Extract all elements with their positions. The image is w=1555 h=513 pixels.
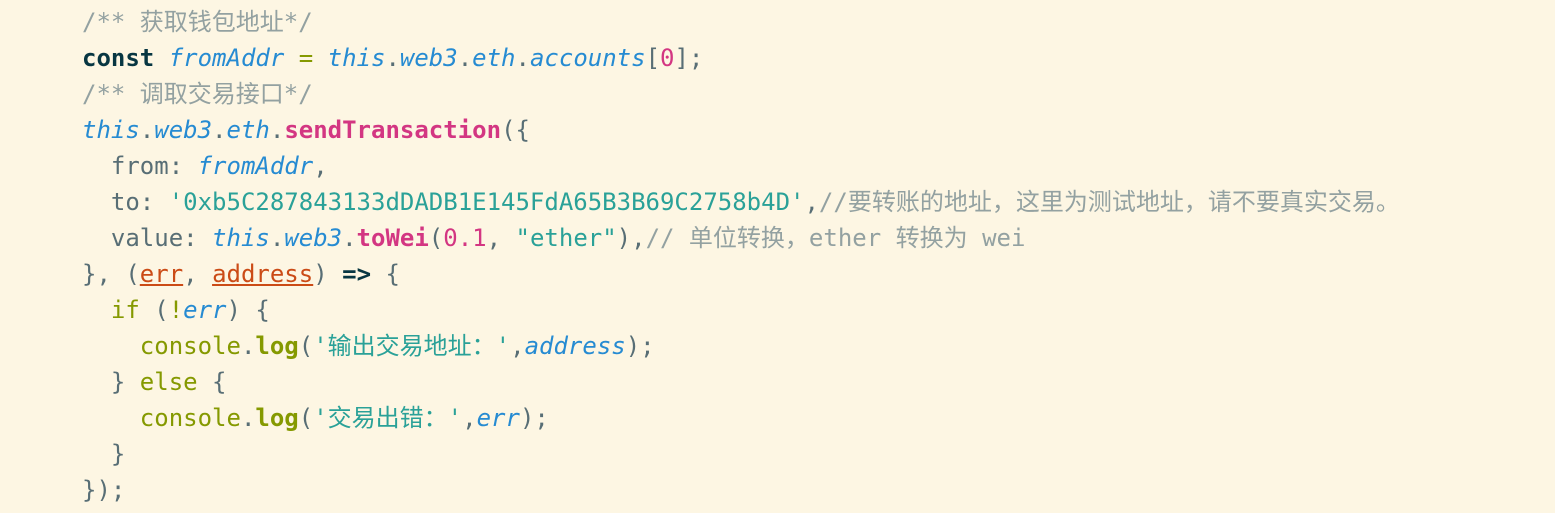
code-token-str: '0xb5C287843133dDADB1E145FdA65B3B69C2758… xyxy=(168,188,805,216)
code-token-punct: ( xyxy=(139,296,169,324)
code-line: }, (err, address) => { xyxy=(82,256,1555,292)
code-token-prop: to: xyxy=(82,188,169,216)
code-token-num: 0 xyxy=(660,44,675,72)
code-lines: /** 获取钱包地址*/const fromAddr = this.web3.e… xyxy=(82,4,1555,508)
code-token-log: log xyxy=(255,404,299,432)
code-token-comment: /** 调取交易接口*/ xyxy=(82,80,313,108)
code-token-punct: { xyxy=(371,260,400,288)
code-token-comment: // 单位转换，ether 转换为 wei xyxy=(645,224,1026,252)
code-token-punct: , xyxy=(486,224,516,252)
code-token-punct: ); xyxy=(625,332,655,360)
code-token-var: this xyxy=(327,44,386,72)
code-token-punct: ) { xyxy=(226,296,270,324)
code-token-prop: value: xyxy=(82,224,213,252)
code-line: console.log('输出交易地址：',address); xyxy=(82,328,1555,364)
code-token-fn: toWei xyxy=(356,224,429,252)
code-line: this.web3.eth.sendTransaction({ xyxy=(82,112,1555,148)
code-token-arrow: => xyxy=(342,260,372,288)
code-token-var: fromAddr xyxy=(197,152,314,180)
code-token-punct: . xyxy=(240,404,256,432)
code-line: }); xyxy=(82,472,1555,508)
code-token-punct: , xyxy=(313,152,328,180)
code-token-console: console xyxy=(82,404,241,432)
code-token-kw2: if xyxy=(82,296,140,324)
code-token-var: fromAddr xyxy=(168,44,285,72)
code-token-punct: ( xyxy=(428,224,444,252)
code-line: value: this.web3.toWei(0.1, "ether"),// … xyxy=(82,220,1555,256)
code-line: const fromAddr = this.web3.eth.accounts[… xyxy=(82,40,1555,76)
code-token-punct: ) xyxy=(313,260,343,288)
code-token-punct: , xyxy=(804,188,819,216)
code-line: from: fromAddr, xyxy=(82,148,1555,184)
code-token-op: = xyxy=(284,44,328,72)
code-token-console: console xyxy=(82,332,241,360)
code-token-punct: ({ xyxy=(501,116,530,144)
code-token-kw2: ! xyxy=(168,296,184,324)
code-token-punct: . xyxy=(385,44,400,72)
code-line: to: '0xb5C287843133dDADB1E145FdA65B3B69C… xyxy=(82,184,1555,220)
code-token-var: eth xyxy=(472,44,516,72)
code-line: /** 获取钱包地址*/ xyxy=(82,4,1555,40)
code-token-punct: ( xyxy=(298,404,314,432)
code-token-var: eth xyxy=(226,116,270,144)
code-token-punct: ( xyxy=(298,332,314,360)
code-view: /** 获取钱包地址*/const fromAddr = this.web3.e… xyxy=(0,0,1555,513)
code-token-punct: , xyxy=(510,332,525,360)
code-token-punct: { xyxy=(197,368,227,396)
code-token-fn: sendTransaction xyxy=(284,116,502,144)
code-token-punct: } xyxy=(82,440,126,468)
code-token-var: err xyxy=(183,296,227,324)
code-token-num: 0.1 xyxy=(443,224,487,252)
code-token-keyword: const xyxy=(82,44,155,72)
code-token-var: address xyxy=(524,332,626,360)
code-token-param: address xyxy=(212,260,314,288)
code-token-var: this xyxy=(212,224,270,252)
code-token-punct xyxy=(154,44,168,72)
code-token-prop: from: xyxy=(82,152,198,180)
code-line: } xyxy=(82,436,1555,472)
code-token-punct: . xyxy=(269,116,285,144)
code-token-punct: ), xyxy=(616,224,646,252)
code-token-var: web3 xyxy=(284,224,343,252)
code-token-log: log xyxy=(255,332,299,360)
code-token-str: '交易出错：' xyxy=(313,404,463,432)
code-token-punct: . xyxy=(240,332,256,360)
code-token-kw2: else xyxy=(139,368,198,396)
code-token-punct: ]; xyxy=(674,44,704,72)
code-token-str: "ether" xyxy=(515,224,617,252)
code-token-punct: }, ( xyxy=(82,260,140,288)
code-token-str: '输出交易地址：' xyxy=(313,332,511,360)
code-token-punct: . xyxy=(139,116,155,144)
code-token-punct: . xyxy=(212,116,227,144)
code-token-punct: } xyxy=(82,368,140,396)
code-token-punct: . xyxy=(515,44,530,72)
code-token-param: err xyxy=(139,260,184,288)
code-token-var: err xyxy=(476,404,520,432)
code-token-var: this xyxy=(82,116,140,144)
code-token-punct: }); xyxy=(82,476,126,504)
code-token-var: accounts xyxy=(529,44,646,72)
code-line: if (!err) { xyxy=(82,292,1555,328)
code-token-var: web3 xyxy=(154,116,213,144)
code-token-punct: , xyxy=(462,404,477,432)
code-token-punct: , xyxy=(183,260,213,288)
code-token-punct: [ xyxy=(645,44,661,72)
code-line: console.log('交易出错：',err); xyxy=(82,400,1555,436)
code-token-punct: . xyxy=(457,44,473,72)
code-token-comment: //要转账的地址，这里为测试地址，请不要真实交易。 xyxy=(818,188,1400,216)
code-line: } else { xyxy=(82,364,1555,400)
code-token-var: web3 xyxy=(399,44,458,72)
code-token-punct: . xyxy=(269,224,285,252)
code-token-punct: . xyxy=(342,224,357,252)
code-line: /** 调取交易接口*/ xyxy=(82,76,1555,112)
code-token-comment: /** 获取钱包地址*/ xyxy=(82,8,313,36)
code-token-punct: ); xyxy=(519,404,549,432)
